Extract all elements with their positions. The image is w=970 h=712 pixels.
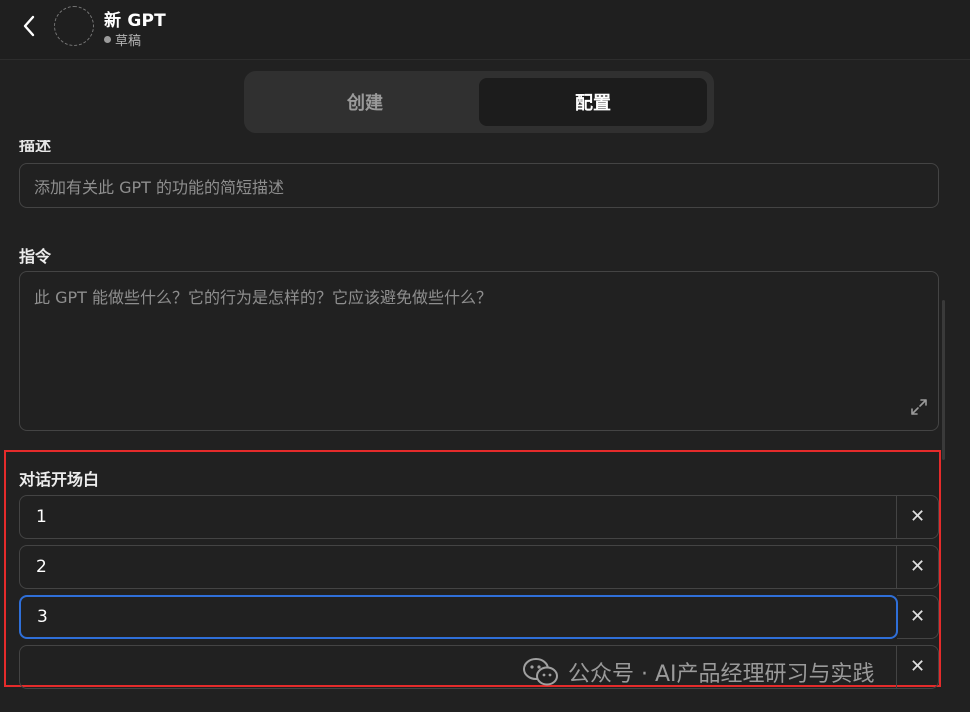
header-bar: 新 GPT 草稿: [0, 0, 970, 60]
description-input[interactable]: 添加有关此 GPT 的功能的简短描述: [19, 163, 939, 208]
close-icon: ✕: [909, 556, 926, 577]
chevron-left-icon: [23, 15, 35, 37]
starter-row: 2 ✕: [19, 545, 939, 589]
scrollbar[interactable]: [942, 300, 945, 460]
mode-tabs: 创建 配置: [244, 71, 714, 133]
starter-row: 1 ✕: [19, 495, 939, 539]
description-placeholder: 添加有关此 GPT 的功能的简短描述: [34, 177, 284, 197]
starter-input[interactable]: 3: [19, 595, 898, 639]
starter-input[interactable]: 2: [20, 546, 896, 588]
close-icon: ✕: [909, 506, 926, 527]
status-dot-icon: [104, 36, 111, 43]
remove-starter-button[interactable]: ✕: [896, 496, 938, 538]
close-icon: ✕: [909, 606, 926, 627]
close-icon: ✕: [909, 656, 926, 677]
draft-status: 草稿: [104, 30, 141, 49]
gpt-avatar-placeholder[interactable]: [54, 6, 94, 46]
starter-input[interactable]: 1: [20, 496, 896, 538]
watermark-text: 公众号 · AI产品经理研习与实践: [568, 662, 875, 687]
instructions-placeholder: 此 GPT 能做些什么？它的行为是怎样的？它应该避免做些什么？: [34, 288, 492, 307]
description-label: 描述: [19, 140, 51, 152]
watermark: 公众号 · AI产品经理研习与实践: [522, 656, 875, 688]
wechat-icon: [523, 658, 558, 686]
description-label-text: 描述: [19, 140, 52, 152]
remove-starter-button[interactable]: ✕: [897, 595, 939, 639]
status-label: 草稿: [115, 34, 142, 49]
starter-row-focused: 3 ✕: [19, 595, 939, 639]
remove-starter-button[interactable]: ✕: [896, 546, 938, 588]
gpt-title: 新 GPT: [104, 11, 166, 31]
remove-starter-button[interactable]: ✕: [896, 646, 938, 688]
conversation-starters-label: 对话开场白: [19, 470, 100, 489]
back-button[interactable]: [14, 10, 44, 42]
expand-icon[interactable]: [909, 397, 929, 417]
tab-configure[interactable]: 配置: [479, 78, 707, 126]
instructions-label: 指令: [19, 247, 52, 266]
instructions-textarea[interactable]: 此 GPT 能做些什么？它的行为是怎样的？它应该避免做些什么？: [19, 271, 939, 431]
tab-create[interactable]: 创建: [251, 78, 479, 126]
